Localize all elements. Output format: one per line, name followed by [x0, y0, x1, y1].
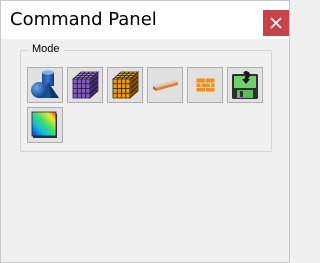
title-bar[interactable]: Command Panel	[1, 1, 289, 39]
bricks-icon	[196, 78, 215, 92]
primitives-button[interactable]	[27, 67, 63, 103]
color-gradient-button[interactable]	[27, 107, 63, 143]
orange-cube-button[interactable]	[107, 67, 143, 103]
plank-icon	[153, 80, 178, 91]
plank-button[interactable]	[147, 67, 183, 103]
close-button[interactable]	[263, 10, 289, 36]
save-button[interactable]	[227, 67, 263, 103]
command-panel-window: Command Panel Mode	[0, 0, 290, 263]
color-gradient-icon	[31, 111, 57, 138]
purple-cube-button[interactable]	[67, 67, 103, 103]
orange-grid-cube-icon	[111, 71, 140, 99]
save-disk-icon	[232, 71, 258, 99]
primitives-icon	[31, 70, 59, 98]
mode-group-label: Mode	[28, 43, 64, 55]
window-title: Command Panel	[10, 9, 157, 30]
close-icon	[270, 17, 282, 29]
bricks-button[interactable]	[187, 67, 223, 103]
purple-grid-cube-icon	[71, 71, 100, 99]
